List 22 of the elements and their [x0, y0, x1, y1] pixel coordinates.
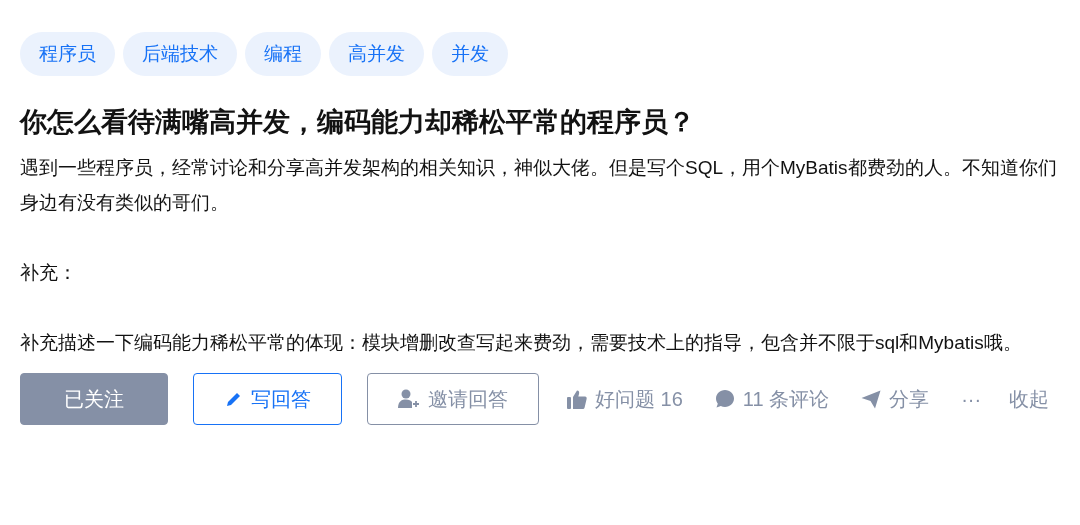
question-paragraph: 补充描述一下编码能力稀松平常的体现：模块增删改查写起来费劲，需要技术上的指导，包含并不限于sql和Mybatis哦。	[20, 331, 1023, 355]
collapse-button[interactable]: 收起	[1009, 385, 1050, 413]
share-button[interactable]: 分享	[861, 385, 930, 413]
like-button[interactable]: 好问题 16	[567, 385, 683, 413]
topic-tag[interactable]: 编程	[245, 32, 321, 76]
comment-icon	[714, 389, 735, 409]
question-paragraph: 遇到一些程序员，经常讨论和分享高并发架构的相关知识，神似大佬。但是写个SQL，用个MyBatis都费劲的人。不知道你们身边有没有类似的哥们。	[20, 156, 1058, 215]
add-user-icon	[398, 389, 420, 409]
pencil-icon	[224, 390, 243, 408]
write-answer-button[interactable]: 写回答	[193, 373, 342, 425]
question-title: 你怎么看待满嘴高并发，编码能力却稀松平常的程序员？	[20, 106, 696, 139]
more-button[interactable]: ···	[961, 387, 982, 411]
topic-tag[interactable]: 高并发	[329, 32, 424, 76]
follow-button[interactable]: 已关注	[20, 373, 168, 425]
comment-button[interactable]: 11 条评论	[714, 385, 830, 413]
topic-tag[interactable]: 后端技术	[123, 32, 237, 76]
paper-plane-icon	[861, 389, 882, 409]
question-paragraph: 补充：	[20, 261, 78, 285]
topic-tag[interactable]: 并发	[432, 32, 508, 76]
topic-tag[interactable]: 程序员	[20, 32, 115, 76]
invite-answer-button[interactable]: 邀请回答	[367, 373, 539, 425]
thumbs-up-icon	[567, 389, 587, 409]
